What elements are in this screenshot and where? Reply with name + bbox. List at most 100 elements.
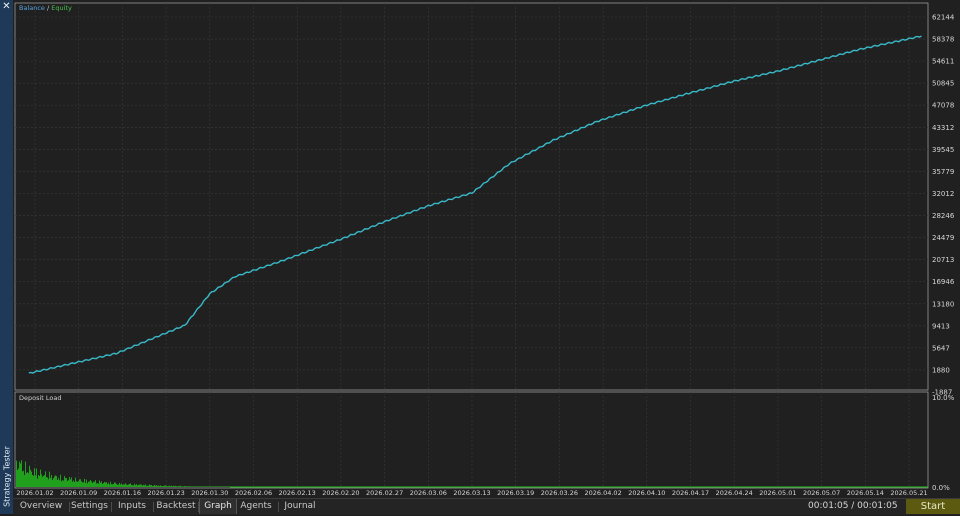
- deposit-bar: [190, 486, 191, 487]
- deposit-bar: [82, 482, 83, 487]
- deposit-bar: [89, 481, 90, 487]
- deposit-bar: [123, 484, 124, 487]
- deposit-bar: [180, 485, 181, 487]
- deposit-bar: [57, 479, 58, 487]
- deposit-bar: [178, 486, 179, 487]
- deposit-bar: [74, 482, 75, 487]
- tab-divider: [69, 502, 70, 512]
- deposit-load-title: Deposit Load: [19, 394, 62, 402]
- deposit-bar: [33, 475, 34, 487]
- deposit-bar: [126, 484, 127, 487]
- deposit-bar: [191, 486, 192, 487]
- deposit-bar: [118, 484, 119, 487]
- y-tick-label: 58378: [932, 36, 954, 44]
- deposit-bar: [24, 475, 25, 487]
- test-timer: 00:01:05 / 00:01:05: [808, 501, 898, 511]
- deposit-bar: [62, 480, 63, 487]
- tab-graph[interactable]: Graph: [199, 499, 237, 514]
- deposit-bar: [31, 471, 32, 487]
- tab-backtest[interactable]: Backtest: [155, 499, 197, 514]
- deposit-bar: [37, 478, 38, 487]
- deposit-bar: [28, 473, 29, 487]
- deposit-bar: [195, 486, 196, 487]
- deposit-bar: [185, 486, 186, 487]
- deposit-bar: [107, 484, 108, 487]
- deposit-bar: [137, 485, 138, 487]
- deposit-bar: [87, 483, 88, 487]
- deposit-bar: [99, 480, 100, 487]
- deposit-bar: [45, 471, 46, 487]
- deposit-bar: [49, 471, 50, 487]
- deposit-bar: [197, 486, 198, 487]
- deposit-bar: [131, 484, 132, 487]
- deposit-bar: [65, 477, 66, 487]
- y-tick-label: 28246: [932, 212, 955, 220]
- deposit-bar: [157, 486, 158, 487]
- deposit-bar: [88, 481, 89, 487]
- deposit-bar: [166, 485, 167, 487]
- deposit-bar: [184, 485, 185, 487]
- deposit-bar: [214, 486, 215, 487]
- deposit-bar: [169, 485, 170, 487]
- deposit-bar: [129, 484, 130, 487]
- deposit-bar: [95, 480, 96, 487]
- deposit-bar: [142, 485, 143, 487]
- tab-journal[interactable]: Journal: [281, 499, 319, 514]
- deposit-bar: [68, 480, 69, 487]
- x-tick-label: 2026.01.23: [147, 489, 184, 497]
- x-tick-label: 2026.03.13: [453, 489, 490, 497]
- deposit-bar: [53, 478, 54, 487]
- deposit-bar: [203, 486, 204, 487]
- deposit-bar: [194, 486, 195, 487]
- deposit-bar: [148, 485, 149, 487]
- deposit-bar: [69, 477, 70, 487]
- y-tick-label: 50845: [932, 80, 954, 88]
- deposit-bar: [55, 475, 56, 487]
- legend-equity: Equity: [51, 4, 72, 12]
- deposit-bar: [36, 468, 37, 487]
- x-tick-label: 2026.05.14: [847, 489, 884, 497]
- deposit-bar: [145, 484, 146, 487]
- y-tick-label: 35779: [932, 168, 954, 176]
- deposit-bar: [160, 485, 161, 487]
- deposit-bar: [179, 486, 180, 487]
- deposit-bar: [67, 480, 68, 487]
- deposit-bar: [94, 481, 95, 487]
- balance-line: [28, 35, 922, 374]
- deposit-bar: [144, 485, 145, 487]
- deposit-bar: [193, 486, 194, 487]
- deposit-bar: [132, 485, 133, 487]
- deposit-bar: [59, 480, 60, 487]
- tab-inputs[interactable]: Inputs: [115, 499, 149, 514]
- deposit-bar: [121, 483, 122, 487]
- deposit-bar: [189, 486, 190, 487]
- legend-balance: Balance: [19, 4, 45, 12]
- deposit-bar: [127, 485, 128, 487]
- y-tick-label: 16946: [932, 278, 955, 286]
- deposit-bar: [72, 481, 73, 487]
- deposit-bar: [100, 482, 101, 487]
- y-tick-label: 1880: [932, 366, 950, 374]
- deposit-bar: [135, 485, 136, 487]
- deposit-bar: [90, 479, 91, 487]
- deposit-bar: [155, 485, 156, 487]
- deposit-bar: [105, 482, 106, 487]
- start-button[interactable]: Start: [906, 499, 960, 514]
- deposit-bar: [223, 486, 224, 487]
- deposit-bar: [22, 471, 23, 487]
- tab-agents[interactable]: Agents: [237, 499, 275, 514]
- chart-legend: Balance / Equity: [19, 4, 72, 12]
- deposit-bar: [201, 486, 202, 487]
- deposit-bar: [19, 461, 20, 487]
- tab-overview[interactable]: Overview: [15, 499, 67, 514]
- deposit-bar: [139, 484, 140, 487]
- deposit-bar: [216, 486, 217, 487]
- deposit-bar: [136, 484, 137, 487]
- deposit-bar: [147, 485, 148, 487]
- deposit-bar: [186, 486, 187, 487]
- deposit-bar: [54, 476, 55, 487]
- deposit-bar: [164, 485, 165, 487]
- deposit-bar: [80, 479, 81, 487]
- tab-settings[interactable]: Settings: [71, 499, 108, 514]
- deposit-bar: [50, 477, 51, 487]
